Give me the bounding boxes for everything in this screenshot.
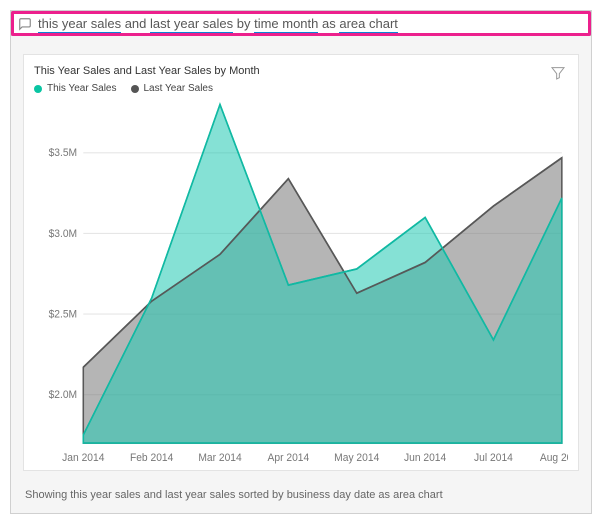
qa-input-bar[interactable]: this year sales and last year sales by t… <box>11 11 591 36</box>
svg-text:May 2014: May 2014 <box>334 452 379 465</box>
chart-plot-area: $2.0M $2.5M $3.0M $3.5M Jan 2014 Feb 2014 Mar … <box>34 100 568 470</box>
svg-text:$3.0M: $3.0M <box>49 227 78 240</box>
legend-label: Last Year Sales <box>144 83 214 94</box>
svg-text:Mar 2014: Mar 2014 <box>198 452 241 465</box>
svg-text:Aug 2014: Aug 2014 <box>540 452 568 465</box>
chat-icon <box>18 17 32 31</box>
svg-text:Jul 2014: Jul 2014 <box>474 452 513 465</box>
legend-swatch-teal <box>34 85 42 93</box>
svg-text:Apr 2014: Apr 2014 <box>268 452 310 465</box>
svg-text:Jan 2014: Jan 2014 <box>62 452 104 465</box>
legend-label: This Year Sales <box>47 83 117 94</box>
svg-text:Jun 2014: Jun 2014 <box>404 452 446 465</box>
svg-text:Feb 2014: Feb 2014 <box>130 452 173 465</box>
chart-title: This Year Sales and Last Year Sales by M… <box>34 65 568 77</box>
footer-caption: Showing this year sales and last year sa… <box>11 479 591 513</box>
legend-item-this-year: This Year Sales <box>34 83 117 94</box>
svg-text:$3.5M: $3.5M <box>49 147 78 160</box>
funnel-icon[interactable] <box>550 65 566 84</box>
chart-legend: This Year Sales Last Year Sales <box>34 83 568 94</box>
legend-item-last-year: Last Year Sales <box>131 83 214 94</box>
chart-card: This Year Sales and Last Year Sales by M… <box>23 54 579 471</box>
qa-input-wrapper: this year sales and last year sales by t… <box>11 11 591 36</box>
legend-swatch-gray <box>131 85 139 93</box>
svg-text:$2.5M: $2.5M <box>49 308 78 321</box>
qa-query-text: this year sales and last year sales by t… <box>38 16 398 31</box>
svg-text:$2.0M: $2.0M <box>49 389 78 402</box>
